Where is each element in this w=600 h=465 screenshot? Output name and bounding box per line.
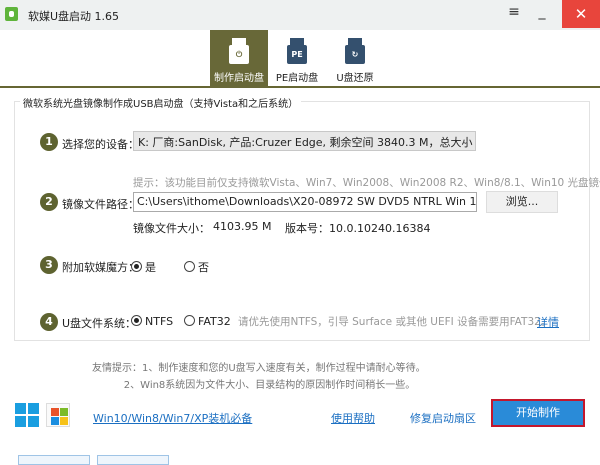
tab-usb-restore[interactable]: ↻ U盘还原 [326,30,384,88]
step-1-badge: 1 [40,133,58,151]
radio-label: NTFS [145,315,174,328]
title-bar: 软媒U盘启动 1.65 ≡ _ ✕ [0,0,600,30]
chevron-down-icon: ⌄ [460,134,470,147]
usb-pe-icon: PE [287,38,307,64]
fs-label: U盘文件系统： [62,317,137,330]
radio-icon [131,315,142,326]
radio-label: FAT32 [198,315,231,328]
group-title: 微软系统光盘镜像制作成USB启动盘（支持Vista和之后系统） [20,95,302,110]
radio-label: 是 [145,261,156,274]
fat32-radio[interactable]: FAT32 [184,315,231,328]
radio-label: 否 [198,261,209,274]
details-link[interactable]: 详情 [537,314,559,330]
radio-icon [184,315,195,326]
device-select[interactable]: K: 厂商:SanDisk, 产品:Cruzer Edge, 剩余空间 3840… [133,131,476,151]
fs-note: 请优先使用NTFS，引导 Surface 或其他 UEFI 设备需要用FAT32… [238,316,552,328]
menu-button[interactable]: ≡ [500,4,528,24]
toolbar: ⏻ 制作启动盘 PE PE启动盘 ↻ U盘还原 [0,30,600,88]
usb-restore-icon: ↻ [345,38,365,64]
addon-no-radio[interactable]: 否 [184,259,209,275]
window-title: 软媒U盘启动 1.65 [28,10,120,23]
tab-label: 制作启动盘 [214,73,264,84]
step-2-badge: 2 [40,193,58,211]
app-icon [5,7,18,21]
help-link[interactable]: 使用帮助 [331,410,375,426]
radio-icon [131,261,142,272]
radio-icon [184,261,195,272]
iso-path-input[interactable]: C:\Users\ithome\Downloads\X20-08972 SW D… [133,192,477,212]
tab-make-boot-disk[interactable]: ⏻ 制作启动盘 [210,30,268,88]
tab-label: PE启动盘 [275,73,319,84]
device-label: 选择您的设备： [62,138,139,151]
ntfs-radio[interactable]: NTFS [131,315,173,328]
browse-button[interactable]: 浏览... [486,191,558,213]
iso-size-value: 4103.95 M [213,220,272,233]
usb-power-icon: ⏻ [229,38,249,64]
step-3-badge: 3 [40,256,58,274]
windows-10-logo-icon[interactable] [15,403,39,427]
tips: 友情提示：1、制作速度和您的U盘写入速度有关，制作过程中请耐心等待。 2、Win… [92,363,426,391]
tab-pe-boot-disk[interactable]: PE PE启动盘 [268,30,326,88]
addon-yes-radio[interactable]: 是 [131,259,156,275]
iso-version: 版本号：10.0.10240.16384 [285,222,431,235]
step-4-badge: 4 [40,313,58,331]
close-button[interactable]: ✕ [562,0,600,28]
iso-hint: 提示：该功能目前仅支持微软Vista、Win7、Win2008、Win2008 … [133,177,600,189]
minimize-button[interactable]: _ [528,4,556,24]
repair-boot-sector-link[interactable]: 修复启动扇区 [410,410,476,426]
addon-label: 附加软媒魔方： [62,261,139,274]
iso-size-label: 镜像文件大小： [133,222,210,235]
windows-install-link[interactable]: Win10/Win8/Win7/XP装机必备 [93,410,252,426]
tab-label: U盘还原 [336,73,374,84]
windows-7-logo-icon[interactable] [46,403,70,427]
device-value: K: 厂商:SanDisk, 产品:Cruzer Edge, 剩余空间 3840… [138,136,475,149]
start-button[interactable]: 开始制作 [491,399,585,427]
iso-path-label: 镜像文件路径： [62,198,139,211]
